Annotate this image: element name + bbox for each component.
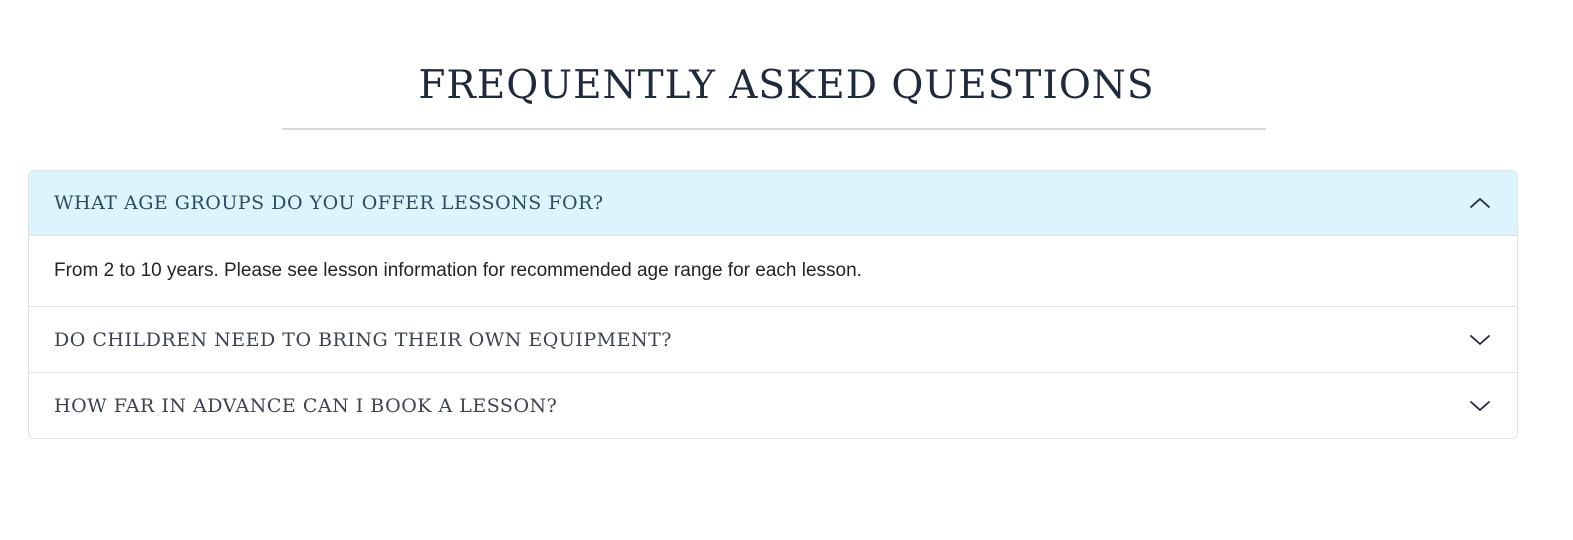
page-title: FREQUENTLY ASKED QUESTIONS bbox=[418, 63, 1155, 108]
faq-item: WHAT AGE GROUPS DO YOU OFFER LESSONS FOR… bbox=[29, 171, 1517, 306]
chevron-up-icon bbox=[1470, 198, 1490, 208]
faq-answer: From 2 to 10 years. Please see lesson in… bbox=[54, 260, 862, 281]
faq-question: DO CHILDREN NEED TO BRING THEIR OWN EQUI… bbox=[54, 328, 672, 351]
faq-question: WHAT AGE GROUPS DO YOU OFFER LESSONS FOR… bbox=[54, 192, 604, 214]
faq-item: DO CHILDREN NEED TO BRING THEIR OWN EQUI… bbox=[29, 306, 1517, 372]
title-divider bbox=[282, 128, 1266, 130]
faq-toggle-button[interactable]: DO CHILDREN NEED TO BRING THEIR OWN EQUI… bbox=[29, 307, 1517, 372]
faq-item: HOW FAR IN ADVANCE CAN I BOOK A LESSON? bbox=[29, 372, 1517, 438]
faq-accordion: WHAT AGE GROUPS DO YOU OFFER LESSONS FOR… bbox=[28, 170, 1518, 439]
faq-question: HOW FAR IN ADVANCE CAN I BOOK A LESSON? bbox=[54, 394, 558, 417]
faq-toggle-button[interactable]: HOW FAR IN ADVANCE CAN I BOOK A LESSON? bbox=[29, 373, 1517, 438]
faq-toggle-button[interactable]: WHAT AGE GROUPS DO YOU OFFER LESSONS FOR… bbox=[29, 171, 1517, 236]
chevron-down-icon bbox=[1470, 400, 1490, 411]
chevron-down-icon bbox=[1470, 334, 1490, 345]
